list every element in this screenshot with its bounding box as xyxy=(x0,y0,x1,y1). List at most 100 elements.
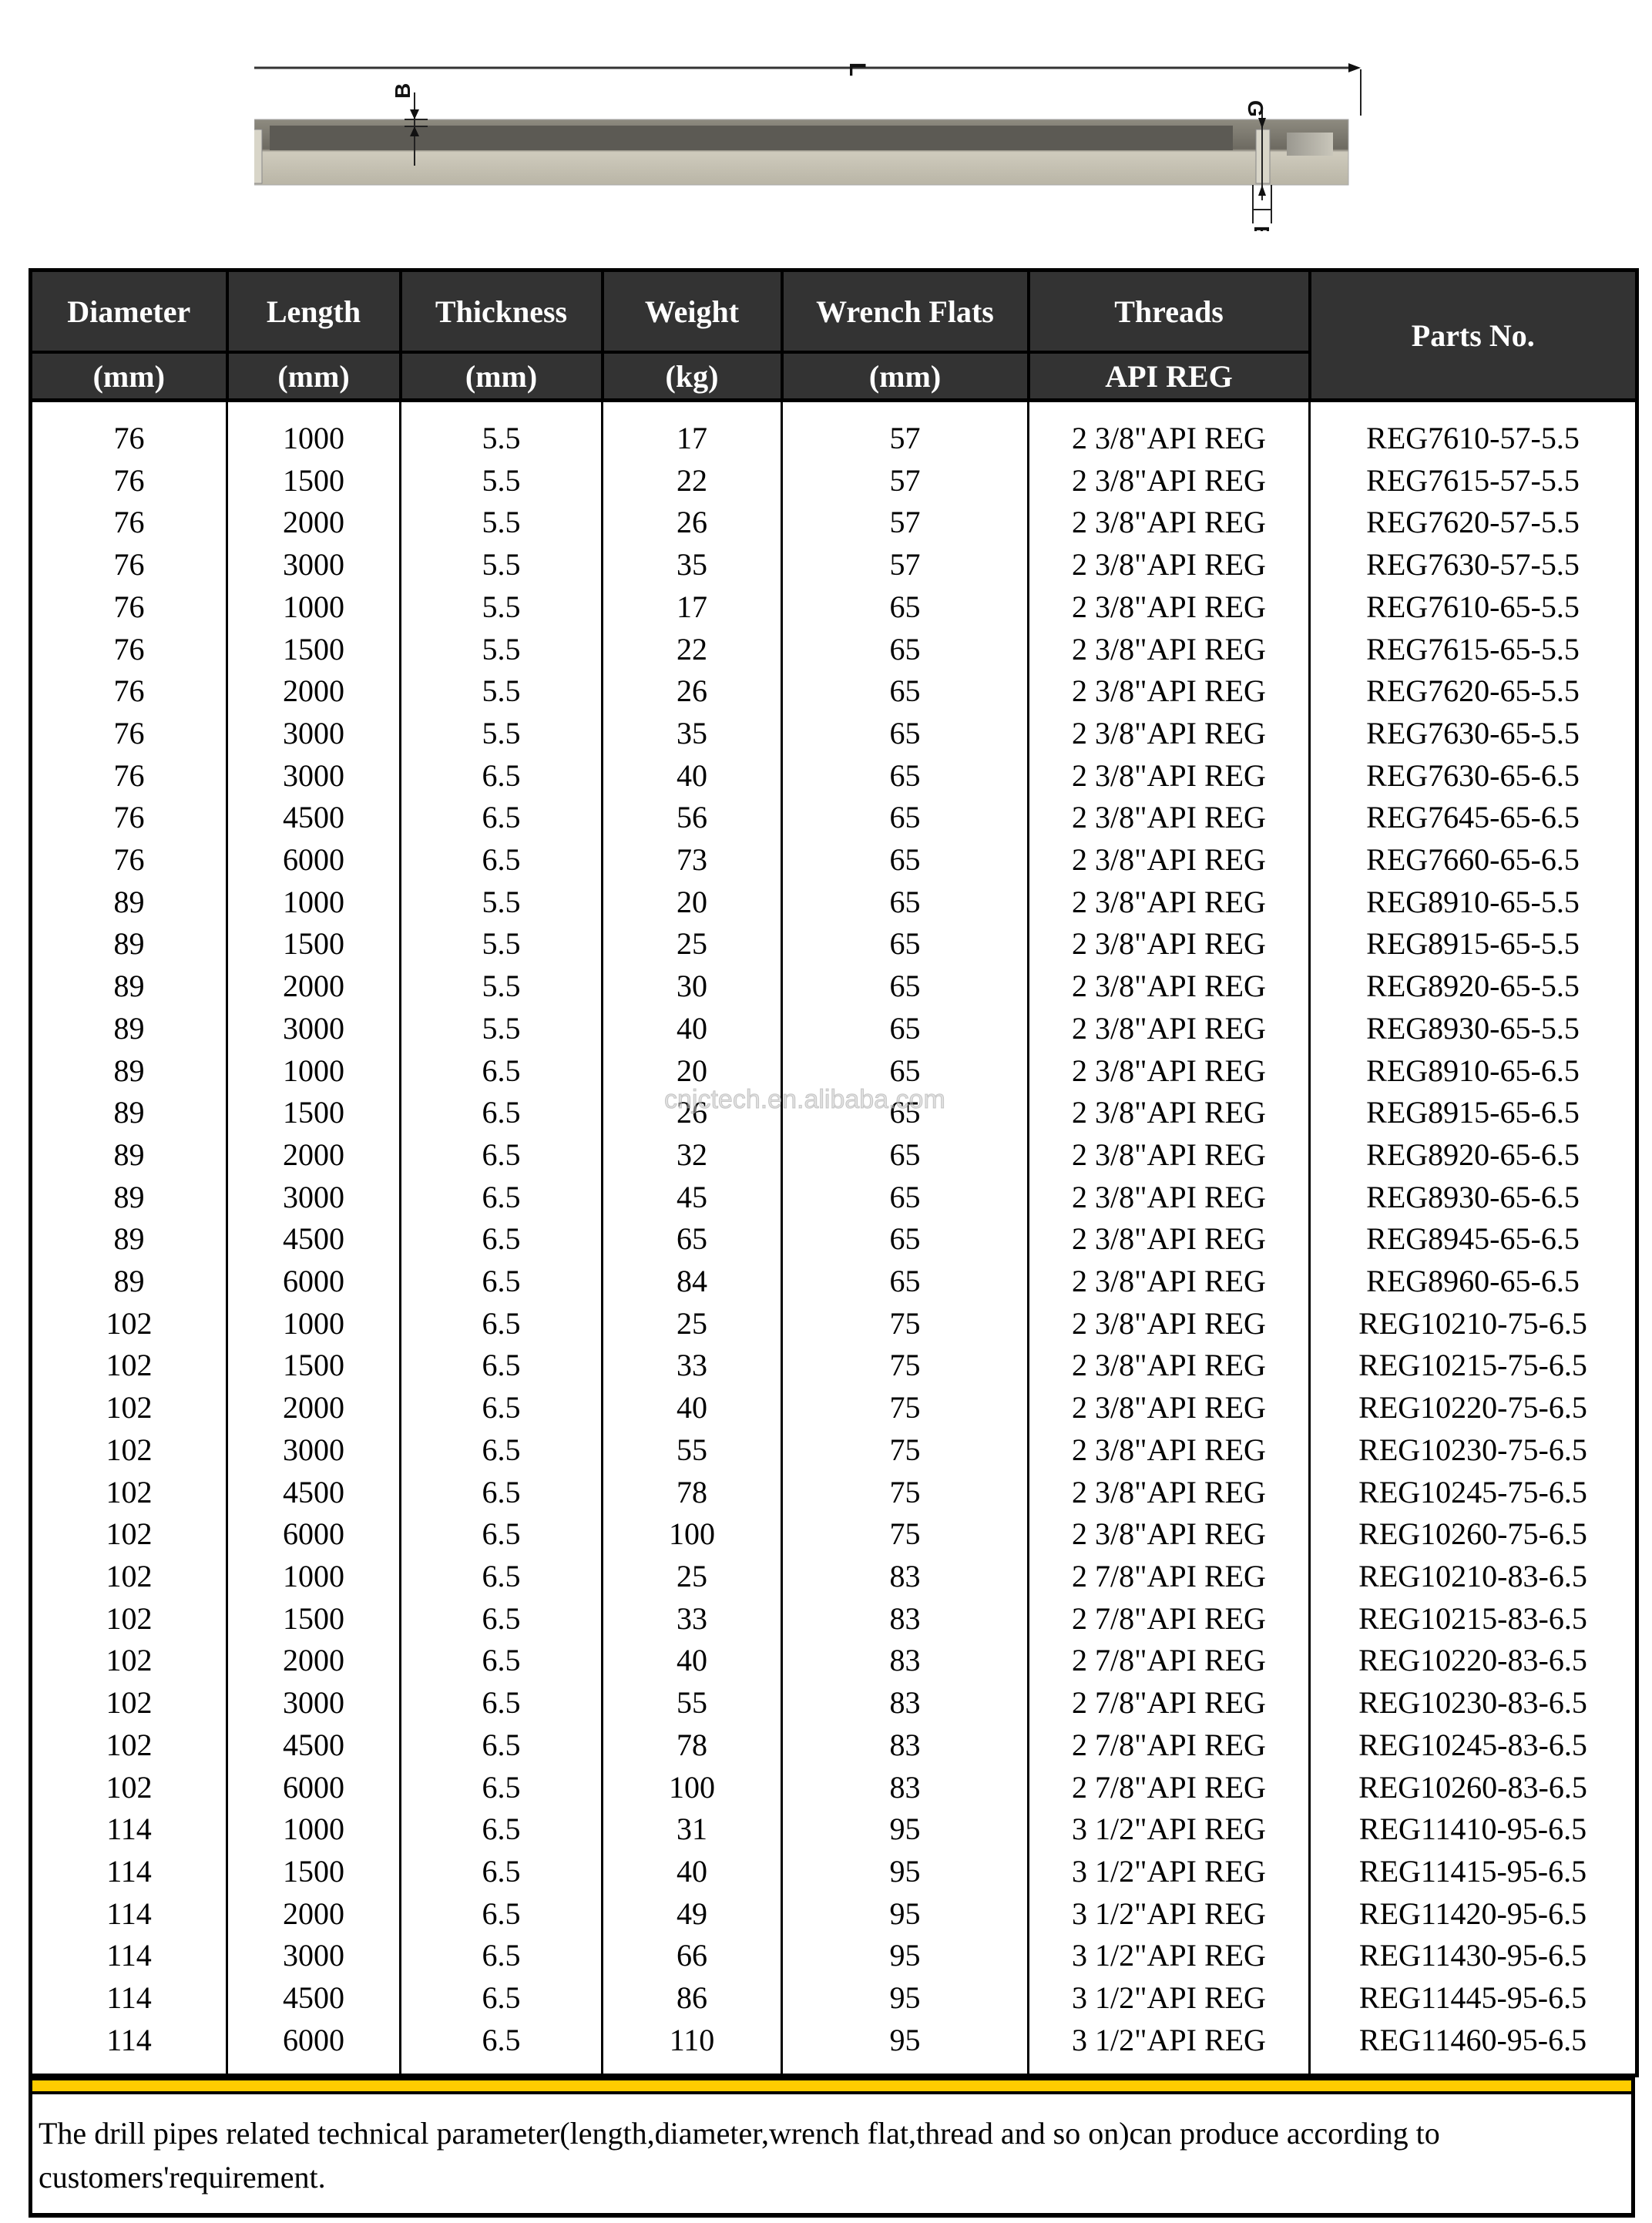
table-row: 102 4500 6.5 78 83 2 7/8"API REG REG10245-83-6… xyxy=(29,1724,1638,1767)
cell-thickness: 6.5 xyxy=(399,1555,603,1598)
cell-thickness: 5.5 xyxy=(399,712,603,755)
cell-thickness: 6.5 xyxy=(399,1049,603,1093)
cell-diameter: 76 xyxy=(29,670,228,713)
cell-weight: 55 xyxy=(601,1429,783,1472)
cell-diameter: 89 xyxy=(29,881,228,924)
table-row: 89 1500 5.5 25 65 2 3/8"API REG REG8915-65-5.5 xyxy=(29,923,1638,966)
cell-wrench-flats: 65 xyxy=(781,839,1029,881)
cell-parts-no: REG8920-65-5.5 xyxy=(1308,965,1638,1008)
cell-threads: 3 1/2"API REG xyxy=(1027,1808,1311,1851)
cell-wrench-flats: 83 xyxy=(781,1640,1029,1683)
cell-parts-no: REG10220-83-6.5 xyxy=(1308,1640,1638,1683)
cell-length: 3000 xyxy=(226,544,401,586)
spec-table-body: 76 1000 5.5 17 57 2 3/8"API REG REG7610-57-5.5… xyxy=(29,398,1638,2076)
cell-wrench-flats: 65 xyxy=(781,1133,1029,1177)
cell-weight: 56 xyxy=(601,797,783,840)
cell-weight: 25 xyxy=(601,923,783,966)
cell-length: 3000 xyxy=(226,1429,401,1472)
cell-parts-no: REG10230-83-6.5 xyxy=(1308,1682,1638,1724)
cell-wrench-flats: 95 xyxy=(781,2019,1029,2062)
cell-length: 1500 xyxy=(226,1850,401,1893)
cell-thickness: 5.5 xyxy=(399,965,603,1008)
cell-threads: 3 1/2"API REG xyxy=(1027,1892,1311,1936)
cell-threads: 2 3/8"API REG xyxy=(1027,459,1311,502)
cell-wrench-flats: 65 xyxy=(781,881,1029,924)
label-e: E xyxy=(1250,226,1274,231)
cell-parts-no: REG8930-65-5.5 xyxy=(1308,1007,1638,1050)
cell-threads: 2 3/8"API REG xyxy=(1027,1218,1311,1261)
cell-weight: 40 xyxy=(601,1007,783,1050)
cell-length: 2000 xyxy=(226,502,401,545)
cell-diameter: 89 xyxy=(29,923,228,966)
cell-wrench-flats: 57 xyxy=(781,544,1029,586)
cell-wrench-flats: 95 xyxy=(781,1808,1029,1851)
header-thickness: Thickness xyxy=(398,268,604,354)
cell-threads: 2 3/8"API REG xyxy=(1027,1007,1311,1050)
header-threads: Threads xyxy=(1026,268,1311,354)
cell-weight: 78 xyxy=(601,1471,783,1514)
cell-diameter: 102 xyxy=(29,1429,228,1472)
cell-weight: 100 xyxy=(601,1513,783,1556)
cell-wrench-flats: 75 xyxy=(781,1345,1029,1388)
cell-threads: 2 7/8"API REG xyxy=(1027,1724,1311,1767)
cell-wrench-flats: 65 xyxy=(781,1218,1029,1261)
cell-wrench-flats: 83 xyxy=(781,1555,1029,1598)
cell-parts-no: REG11460-95-6.5 xyxy=(1308,2019,1638,2062)
cell-length: 3000 xyxy=(226,712,401,755)
top-spacer xyxy=(29,398,1638,418)
cell-diameter: 102 xyxy=(29,1387,228,1429)
cell-weight: 31 xyxy=(601,1808,783,1851)
header-length: Length xyxy=(225,268,402,354)
cell-length: 1500 xyxy=(226,923,401,966)
cell-diameter: 89 xyxy=(29,1049,228,1093)
table-row: 76 6000 6.5 73 65 2 3/8"API REG REG7660-65-6.5 xyxy=(29,839,1638,881)
cell-parts-no: REG11410-95-6.5 xyxy=(1308,1808,1638,1851)
cell-parts-no: REG10245-75-6.5 xyxy=(1308,1471,1638,1514)
cell-weight: 20 xyxy=(601,1049,783,1093)
cell-threads: 2 7/8"API REG xyxy=(1027,1682,1311,1724)
cell-diameter: 76 xyxy=(29,502,228,545)
cell-wrench-flats: 83 xyxy=(781,1766,1029,1809)
footnote: The drill pipes related technical parame… xyxy=(29,2094,1635,2218)
table-row: 76 3000 5.5 35 65 2 3/8"API REG REG7630-65-5.5 xyxy=(29,712,1638,755)
table-row: 76 1000 5.5 17 57 2 3/8"API REG REG7610-57-5.5 xyxy=(29,418,1638,460)
cell-threads: 2 3/8"API REG xyxy=(1027,1513,1311,1556)
cell-threads: 2 3/8"API REG xyxy=(1027,839,1311,881)
cell-wrench-flats: 65 xyxy=(781,754,1029,798)
cell-weight: 40 xyxy=(601,754,783,798)
cell-wrench-flats: 95 xyxy=(781,1892,1029,1936)
cell-parts-no: REG10245-83-6.5 xyxy=(1308,1724,1638,1767)
cell-parts-no: REG8920-65-6.5 xyxy=(1308,1133,1638,1177)
cell-parts-no: REG10210-83-6.5 xyxy=(1308,1555,1638,1598)
cell-threads: 2 3/8"API REG xyxy=(1027,797,1311,840)
unit-wrench-flats: (mm) xyxy=(780,351,1030,402)
table-row: 76 1000 5.5 17 65 2 3/8"API REG REG7610-65-5.5 xyxy=(29,586,1638,629)
table-row: 76 1500 5.5 22 65 2 3/8"API REG REG7615-65-5.5 xyxy=(29,628,1638,671)
cell-weight: 26 xyxy=(601,1092,783,1134)
cell-wrench-flats: 83 xyxy=(781,1724,1029,1767)
cell-threads: 3 1/2"API REG xyxy=(1027,1850,1311,1893)
cell-length: 6000 xyxy=(226,1513,401,1556)
cell-parts-no: REG7620-65-5.5 xyxy=(1308,670,1638,713)
cell-threads: 2 3/8"API REG xyxy=(1027,670,1311,713)
cell-diameter: 114 xyxy=(29,1977,228,2020)
cell-diameter: 102 xyxy=(29,1513,228,1556)
table-row: 102 2000 6.5 40 83 2 7/8"API REG REG10220-83-6… xyxy=(29,1640,1638,1683)
cell-threads: 2 3/8"API REG xyxy=(1027,1092,1311,1134)
cell-parts-no: REG10260-83-6.5 xyxy=(1308,1766,1638,1809)
cell-diameter: 102 xyxy=(29,1724,228,1767)
cell-threads: 2 3/8"API REG xyxy=(1027,418,1311,460)
table-row: 89 2000 6.5 32 65 2 3/8"API REG REG8920-65-6.5 xyxy=(29,1133,1638,1177)
cell-diameter: 76 xyxy=(29,712,228,755)
cell-diameter: 89 xyxy=(29,1007,228,1050)
cell-length: 2000 xyxy=(226,1133,401,1177)
cell-thickness: 5.5 xyxy=(399,502,603,545)
cell-length: 2000 xyxy=(226,1640,401,1683)
cell-threads: 2 3/8"API REG xyxy=(1027,1302,1311,1345)
cell-parts-no: REG10215-83-6.5 xyxy=(1308,1597,1638,1640)
cell-threads: 2 3/8"API REG xyxy=(1027,1471,1311,1514)
cell-diameter: 76 xyxy=(29,418,228,460)
cell-threads: 2 7/8"API REG xyxy=(1027,1555,1311,1598)
cell-diameter: 102 xyxy=(29,1682,228,1724)
cell-wrench-flats: 65 xyxy=(781,712,1029,755)
